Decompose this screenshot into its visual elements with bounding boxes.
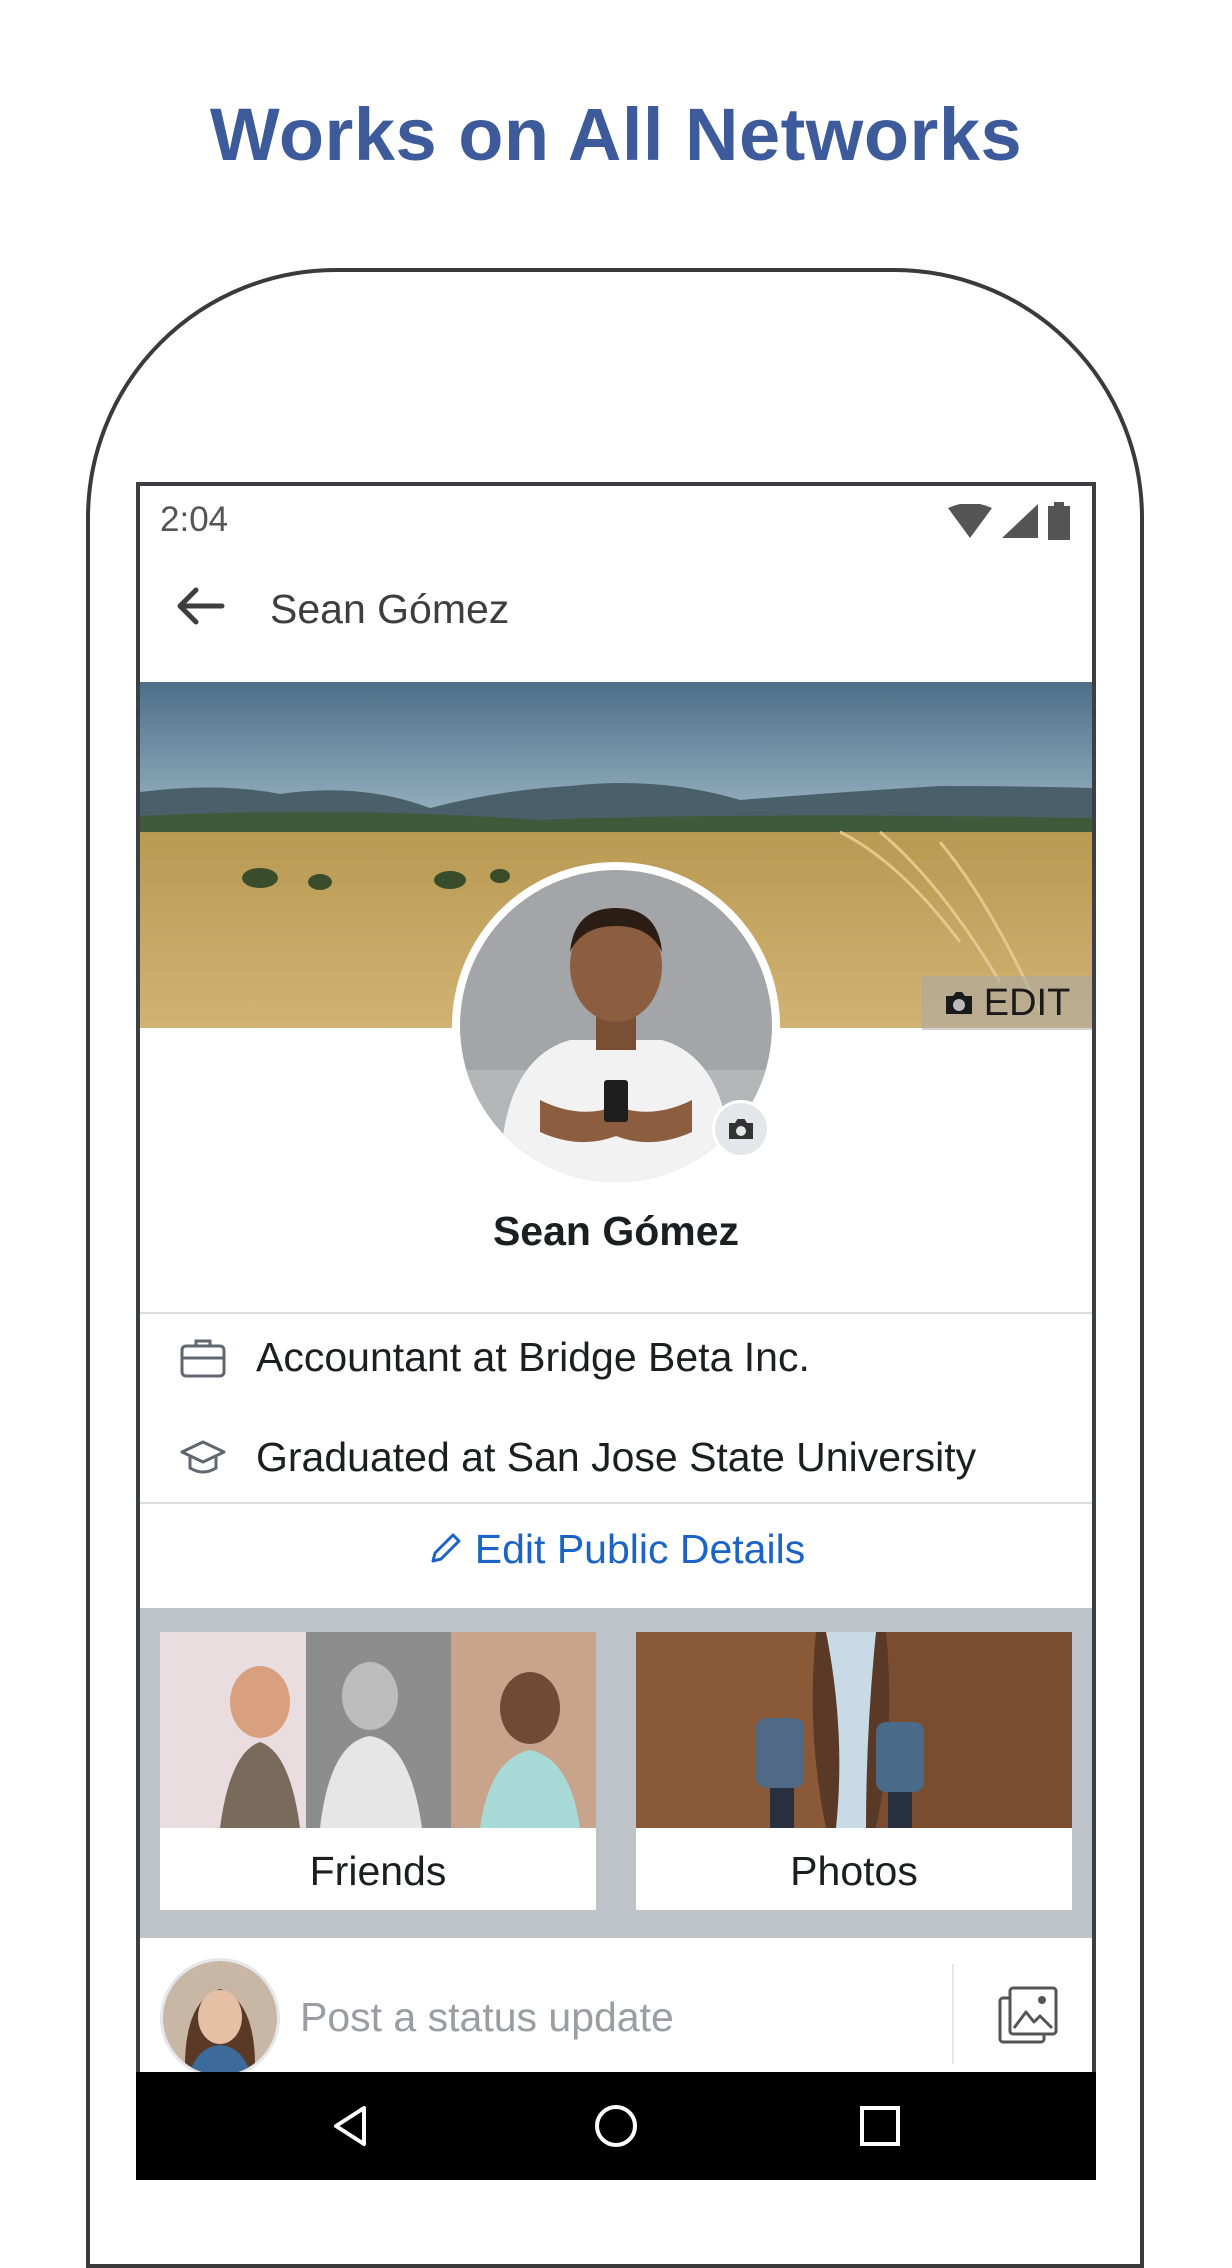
divider: [952, 1964, 954, 2064]
cards-grid: Friends Photos: [140, 1608, 1092, 1938]
pencil-icon: [431, 1533, 461, 1563]
home-circle-icon[interactable]: [592, 2102, 640, 2150]
edit-cover-button[interactable]: EDIT: [922, 976, 1092, 1030]
android-nav-bar: [136, 2072, 1096, 2180]
edit-cover-label: EDIT: [983, 981, 1071, 1024]
app-bar: Sean Gómez: [140, 550, 1092, 666]
camera-icon: [729, 1119, 753, 1139]
friends-label: Friends: [309, 1848, 447, 1894]
appbar-title: Sean Gómez: [270, 586, 510, 632]
detail-work-text: Accountant at Bridge Beta Inc.: [256, 1334, 810, 1380]
status-input[interactable]: Post a status update: [300, 1994, 674, 2041]
phone-screen: 2:04 Sean Gómez EDIT Sean Gómez Accounta…: [136, 482, 1096, 2180]
friends-thumbnail: [160, 1632, 596, 1828]
profile-name: Sean Gómez: [492, 1208, 740, 1254]
back-triangle-icon[interactable]: [326, 2102, 374, 2150]
edit-public-details-label: Edit Public Details: [474, 1525, 806, 1572]
arrow-left-icon[interactable]: [172, 578, 228, 634]
signal-icon: [1002, 504, 1038, 538]
status-time: 2:04: [160, 500, 229, 539]
battery-icon: [1048, 502, 1070, 540]
image-icon[interactable]: [996, 1984, 1060, 2048]
status-icons: [948, 502, 1070, 540]
avatar: [160, 1958, 280, 2078]
graduation-cap-icon: [180, 1440, 226, 1473]
photos-card[interactable]: Photos: [636, 1632, 1072, 1910]
headline: Works on All Networks: [209, 93, 1023, 176]
detail-work: Accountant at Bridge Beta Inc.: [180, 1334, 810, 1381]
divider: [140, 1312, 1092, 1314]
wifi-icon: [948, 504, 992, 538]
recents-square-icon[interactable]: [856, 2102, 904, 2150]
profile-camera-button[interactable]: [712, 1100, 770, 1158]
photos-thumbnail: [636, 1632, 1072, 1828]
status-bar: 2:04: [140, 486, 1092, 550]
edit-public-details-button[interactable]: Edit Public Details: [140, 1504, 1092, 1594]
photos-label: Photos: [790, 1848, 918, 1894]
friends-card[interactable]: Friends: [160, 1632, 596, 1910]
camera-icon: [945, 992, 972, 1014]
briefcase-icon: [180, 1339, 226, 1377]
detail-education-text: Graduated at San Jose State University: [256, 1434, 977, 1480]
detail-education: Graduated at San Jose State University: [180, 1434, 976, 1481]
